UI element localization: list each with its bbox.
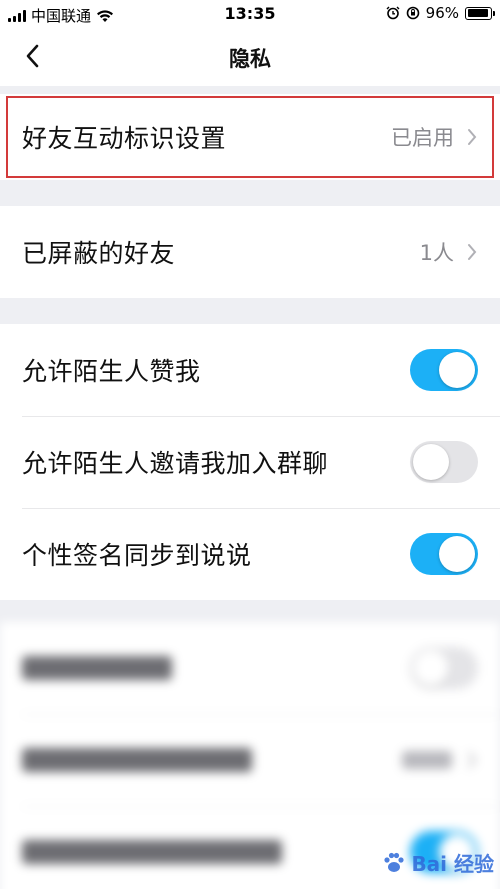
status-right: 96% xyxy=(386,4,495,22)
obscured-text-block xyxy=(22,748,252,772)
privacy-settings-screen: 中国联通 13:35 96% 隐私 好友互动标识设置 已启用 已屏蔽的好友 1人… xyxy=(0,0,500,889)
toggle-row: 个性签名同步到说说 xyxy=(0,508,500,600)
chevron-right-icon xyxy=(468,752,477,768)
battery-icon xyxy=(465,6,495,20)
watermark: Bai 经验 xyxy=(381,848,494,877)
toggle-knob xyxy=(439,536,475,572)
status-bar: 中国联通 13:35 96% xyxy=(0,0,500,28)
chevron-right-icon xyxy=(468,244,477,260)
watermark-text: Bai 经验 xyxy=(411,852,494,876)
toggle-row: 允许陌生人赞我 xyxy=(0,324,500,416)
obscured-text-block xyxy=(22,840,282,864)
section-blocked: 已屏蔽的好友 1人 xyxy=(0,206,500,298)
section-friend-interaction: 好友互动标识设置 已启用 xyxy=(0,94,500,180)
alarm-icon xyxy=(386,6,400,20)
blocked-friends-row[interactable]: 已屏蔽的好友 1人 xyxy=(0,206,500,298)
obscured-text-block xyxy=(22,656,172,680)
blocked-friends-label: 已屏蔽的好友 xyxy=(22,239,176,268)
obscured-toggle xyxy=(410,647,478,689)
signature-sync-toggle[interactable] xyxy=(410,533,478,575)
allow-stranger-invite-label: 允许陌生人邀请我加入群聊 xyxy=(22,449,329,478)
obscured-row xyxy=(0,622,500,714)
page-title: 隐私 xyxy=(229,47,271,71)
allow-stranger-like-toggle[interactable] xyxy=(410,349,478,391)
signature-sync-label: 个性签名同步到说说 xyxy=(22,541,252,570)
friend-interaction-row[interactable]: 好友互动标识设置 已启用 xyxy=(0,94,500,180)
toggle-knob xyxy=(413,444,449,480)
section-stranger-settings: 允许陌生人赞我 允许陌生人邀请我加入群聊 个性签名同步到说说 xyxy=(0,324,500,600)
battery-percent: 96% xyxy=(425,4,459,22)
allow-stranger-like-label: 允许陌生人赞我 xyxy=(22,357,201,386)
blocked-friends-value: 1人 xyxy=(419,241,454,265)
friend-interaction-label: 好友互动标识设置 xyxy=(22,124,227,153)
toggle-row: 允许陌生人邀请我加入群聊 xyxy=(0,416,500,508)
allow-stranger-invite-toggle[interactable] xyxy=(410,441,478,483)
toggle-knob xyxy=(439,352,475,388)
chevron-right-icon xyxy=(468,129,477,145)
nav-bar: 隐私 xyxy=(0,28,500,86)
baidu-paw-icon xyxy=(384,852,405,872)
orientation-lock-icon xyxy=(406,6,419,20)
obscured-value-block xyxy=(402,751,452,769)
friend-interaction-value: 已启用 xyxy=(391,126,454,150)
obscured-row xyxy=(0,714,500,806)
